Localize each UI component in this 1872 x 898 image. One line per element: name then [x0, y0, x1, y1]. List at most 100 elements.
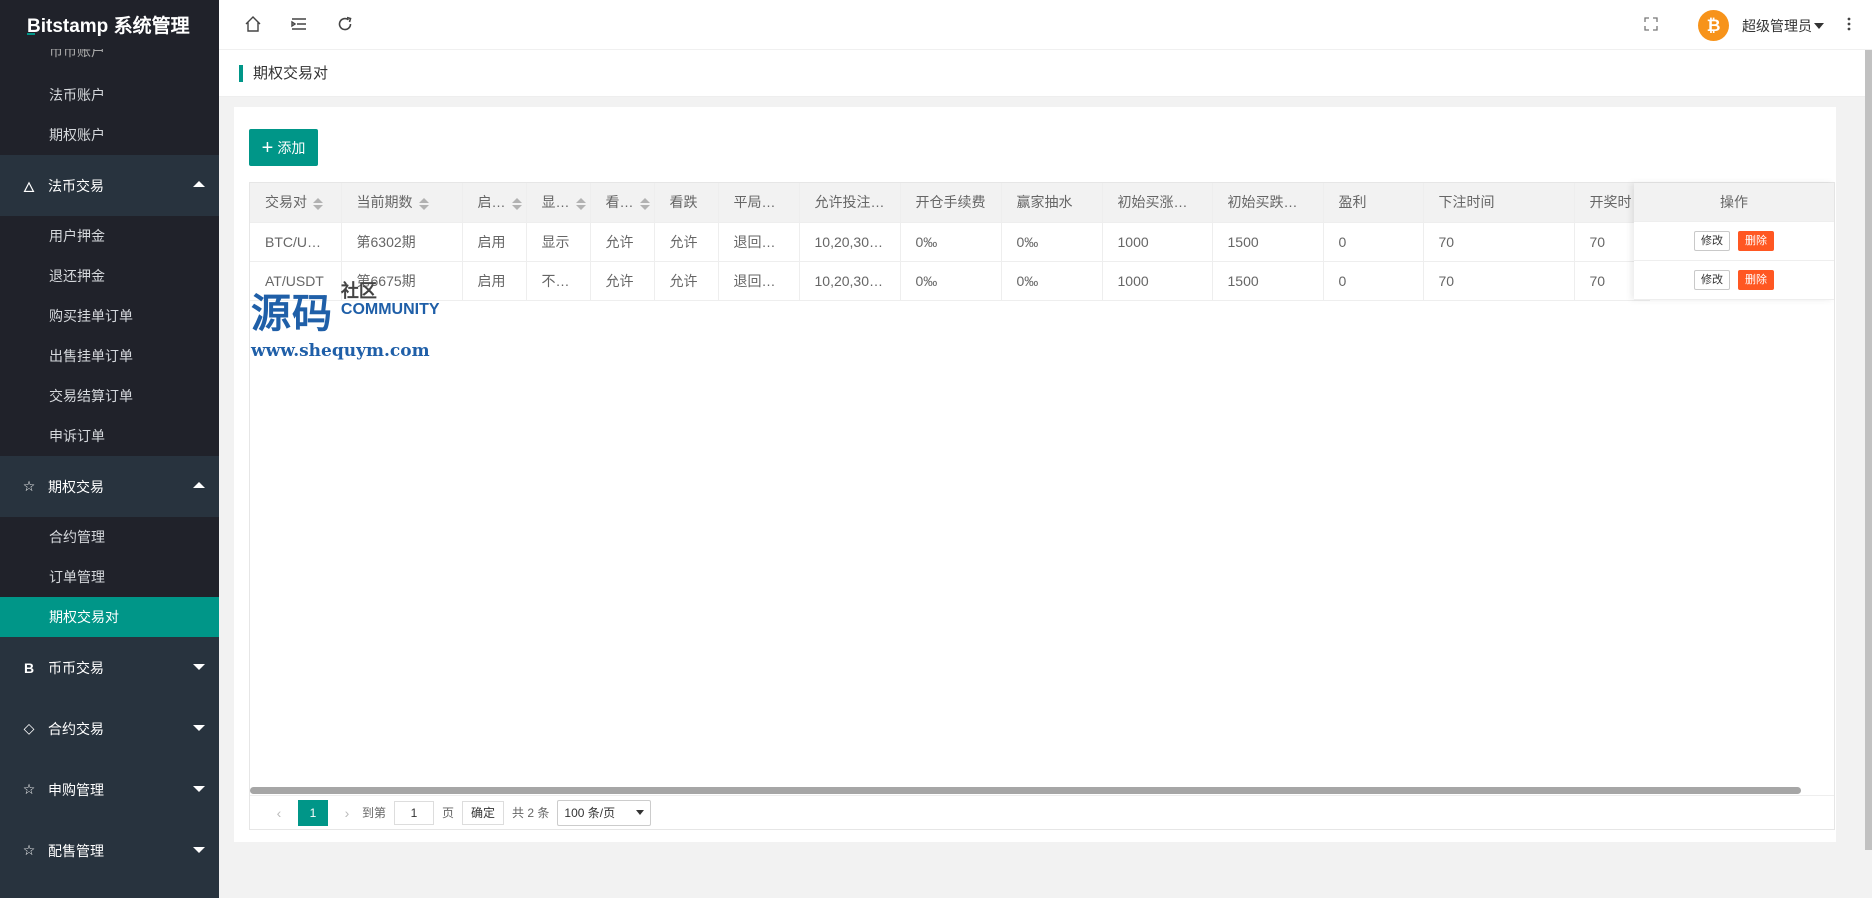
sidebar-group-label: 法币交易: [48, 177, 104, 194]
table-cell: BTC/U…: [250, 222, 342, 262]
sidebar-submenu-fiat: 用户押金 退还押金 购买挂单订单 出售挂单订单 交易结算订单 申诉订单: [0, 216, 219, 456]
column-header[interactable]: 显…: [526, 183, 591, 223]
sort-icon[interactable]: [575, 197, 586, 210]
row-actions: 修改 删除: [1634, 261, 1834, 300]
sidebar-item[interactable]: 法币账户: [0, 75, 219, 115]
column-header: 开仓手续费: [900, 183, 1002, 223]
table-grid: 交易对 当前期数 启… 显… 看… 看跌 平局… 允许投注… 开仓手续费 赢家抽…: [250, 183, 1650, 301]
next-page-icon[interactable]: ›: [338, 805, 356, 821]
user-menu[interactable]: ₿ 超级管理员: [1698, 10, 1824, 41]
table-header-row: 交易对 当前期数 启… 显… 看… 看跌 平局… 允许投注… 开仓手续费 赢家抽…: [250, 183, 1650, 223]
sidebar-item[interactable]: 期权账户: [0, 115, 219, 155]
chevron-down-icon: [193, 786, 205, 792]
watermark: 源码 社区 COMMUNITY www.shequym.com: [251, 281, 440, 361]
top-header: ₿ 超级管理员: [219, 0, 1872, 50]
sidebar-item[interactable]: 申诉订单: [0, 416, 219, 456]
home-icon[interactable]: [241, 12, 265, 36]
column-header[interactable]: 交易对: [250, 183, 342, 223]
app-logo[interactable]: Bitstamp 系统管理: [0, 0, 219, 49]
sidebar-item[interactable]: 订单管理: [0, 557, 219, 597]
prev-page-icon[interactable]: ‹: [270, 805, 288, 821]
table-cell: 启用: [462, 222, 527, 262]
sidebar-group-subscription[interactable]: ☆ 申购管理: [0, 759, 219, 820]
sidebar-group-label: 合约交易: [48, 720, 104, 737]
table-cell: 允许: [654, 261, 719, 301]
fire-icon: 🜂: [22, 179, 36, 195]
table-cell: 允许: [590, 261, 655, 301]
sidebar-item[interactable]: 币币账户: [0, 49, 219, 75]
sidebar-item[interactable]: 出售挂单订单: [0, 336, 219, 376]
sidebar-item-active[interactable]: 期权交易对: [0, 597, 219, 637]
goto-label: 到第: [362, 806, 387, 820]
table-cell: 0: [1323, 261, 1424, 301]
table-row[interactable]: AT/USDT 第6675期 启用 不… 允许 允许 退回… 10,20,30……: [250, 261, 1650, 301]
sidebar-item[interactable]: 交易结算订单: [0, 376, 219, 416]
chevron-down-icon: [636, 809, 645, 815]
main-card: + 添加 交易对 当前期数 启… 显… 看… 看跌 平局… 允许投注… 开仓手续…: [234, 107, 1836, 842]
sidebar-group-fiat-trade[interactable]: 🜂 法币交易: [0, 155, 219, 216]
sort-icon[interactable]: [418, 197, 429, 210]
page-size-select[interactable]: 100 条/页: [557, 799, 652, 826]
refresh-icon[interactable]: [333, 12, 357, 36]
table-row[interactable]: BTC/U… 第6302期 启用 显示 允许 允许 退回… 10,20,30… …: [250, 222, 1650, 262]
actions-column: 操作 修改 删除 修改 删除: [1634, 183, 1834, 300]
sort-icon[interactable]: [313, 197, 323, 210]
sidebar-group-contract-trade[interactable]: ◇ 合约交易: [0, 698, 219, 759]
fullscreen-icon[interactable]: [1639, 12, 1663, 36]
column-header[interactable]: 启…: [462, 183, 527, 223]
chevron-up-icon: [193, 482, 205, 488]
table-cell: 1000: [1102, 261, 1213, 301]
table-cell: 0‰: [1001, 222, 1103, 262]
horizontal-scrollbar[interactable]: [250, 787, 1801, 794]
pagination: ‹ 1 › 到第 1 页 确定 共 2 条 100 条/页: [250, 795, 1834, 829]
table-cell: 10,20,30…: [799, 222, 901, 262]
sidebar-group-coin-trade[interactable]: B 币币交易: [0, 637, 219, 698]
edit-button[interactable]: 修改: [1694, 231, 1730, 251]
sidebar-group-options-trade[interactable]: ☆ 期权交易: [0, 456, 219, 517]
plus-icon: +: [261, 136, 274, 159]
sidebar-group-label: 期权交易: [48, 478, 104, 495]
app-title: Bitstamp 系统管理: [27, 16, 190, 37]
table-cell: 退回…: [718, 222, 800, 262]
table-cell: 0‰: [1001, 261, 1103, 301]
add-button[interactable]: + 添加: [249, 129, 318, 166]
star-icon: ☆: [22, 842, 36, 858]
tab-current[interactable]: 期权交易对: [239, 65, 328, 82]
sidebar-item[interactable]: 用户押金: [0, 216, 219, 256]
table-cell: 1500: [1212, 222, 1324, 262]
table-cell: 显示: [526, 222, 591, 262]
delete-button[interactable]: 删除: [1738, 270, 1774, 290]
star-icon: ☆: [22, 478, 36, 494]
page-unit-label: 页: [442, 806, 455, 820]
sidebar-item[interactable]: 购买挂单订单: [0, 296, 219, 336]
column-header: 允许投注…: [799, 183, 901, 223]
more-vertical-icon[interactable]: [1837, 12, 1861, 36]
sidebar-item[interactable]: 退还押金: [0, 256, 219, 296]
table-cell: 允许: [590, 222, 655, 262]
column-header[interactable]: 当前期数: [341, 183, 463, 223]
sort-icon[interactable]: [511, 197, 522, 210]
page-current[interactable]: 1: [298, 799, 328, 826]
sort-icon[interactable]: [639, 197, 650, 210]
table-cell: 10,20,30…: [799, 261, 901, 301]
sidebar-group-label: 配售管理: [48, 842, 104, 859]
page-scrollbar[interactable]: [1865, 50, 1872, 850]
column-header: 平局…: [718, 183, 800, 223]
table-cell: 70: [1423, 222, 1575, 262]
column-header: 初始买跌…: [1212, 183, 1324, 223]
sidebar-item[interactable]: 合约管理: [0, 517, 219, 557]
column-header[interactable]: 看…: [590, 183, 655, 223]
watermark-cn: 社区: [340, 281, 377, 301]
sidebar-group-placement[interactable]: ☆ 配售管理: [0, 820, 219, 881]
goto-confirm-button[interactable]: 确定: [462, 800, 505, 825]
user-name: 超级管理员: [1742, 17, 1812, 34]
tab-bar: 期权交易对: [219, 50, 1872, 97]
table-cell: 1000: [1102, 222, 1213, 262]
sidebar-submenu-top: 币币账户 法币账户 期权账户: [0, 49, 219, 155]
caret-down-icon: [1814, 22, 1824, 29]
delete-button[interactable]: 删除: [1738, 231, 1774, 251]
menu-fold-icon[interactable]: [287, 12, 311, 36]
edit-button[interactable]: 修改: [1694, 270, 1730, 290]
goto-page-input[interactable]: 1: [394, 800, 435, 825]
sidebar: Bitstamp 系统管理 币币账户 法币账户 期权账户 🜂 法币交易 用户押金…: [0, 0, 219, 898]
